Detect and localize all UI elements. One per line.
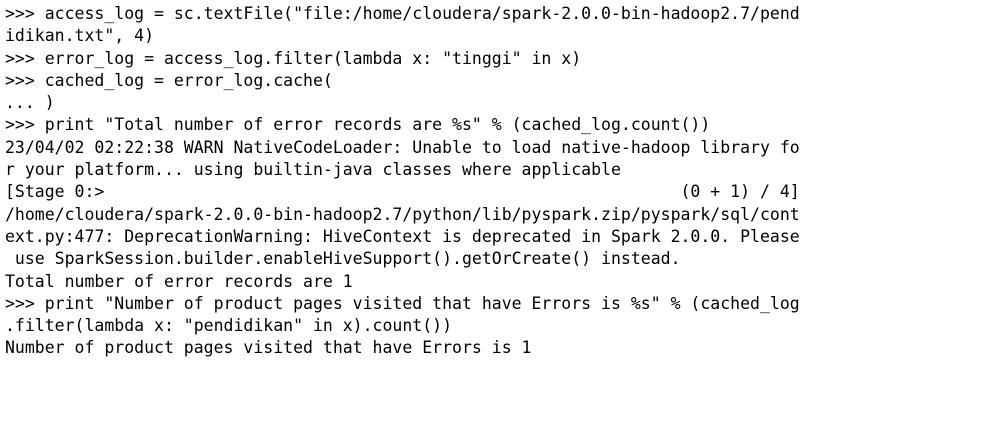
terminal-line: >>> print "Total number of error records… — [5, 115, 711, 135]
terminal-line: >>> cached_log = error_log.cache( — [5, 70, 333, 90]
terminal-line: idikan.txt", 4) — [5, 26, 155, 46]
terminal-line: 23/04/02 02:22:38 WARN NativeCodeLoader:… — [5, 137, 800, 157]
terminal-line: /home/cloudera/spark-2.0.0-bin-hadoop2.7… — [5, 204, 800, 224]
terminal-line: >>> print "Number of product pages visit… — [5, 293, 800, 313]
terminal-line: ... ) — [5, 93, 55, 113]
terminal-line: >>> access_log = sc.textFile("file:/home… — [5, 4, 800, 23]
terminal-line: r your platform... using builtin-java cl… — [5, 160, 621, 180]
terminal-line: Total number of error records are 1 — [5, 271, 353, 291]
terminal-line: Number of product pages visited that hav… — [5, 338, 532, 358]
terminal-line: >>> error_log = access_log.filter(lambda… — [5, 48, 582, 68]
terminal-output[interactable]: >>> access_log = sc.textFile("file:/home… — [5, 3, 989, 430]
terminal-line: use SparkSession.builder.enableHiveSuppo… — [5, 249, 681, 269]
terminal-line: ext.py:477: DeprecationWarning: HiveCont… — [5, 226, 800, 246]
terminal-line: .filter(lambda x: "pendidikan" in x).cou… — [5, 316, 453, 336]
progress-line: [Stage 0:> (0 + 1) / 4] — [5, 182, 800, 202]
